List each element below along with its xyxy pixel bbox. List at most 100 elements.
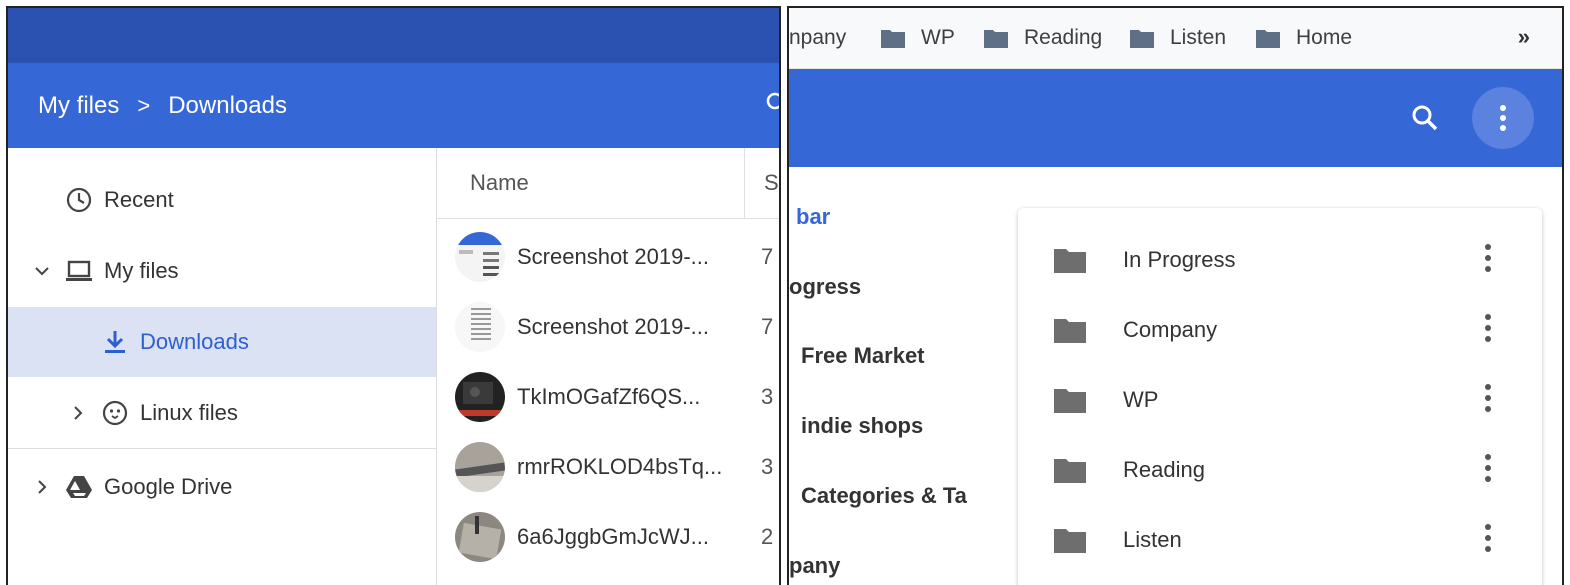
breadcrumb: My files > Downloads: [38, 63, 287, 148]
breadcrumb-separator: >: [137, 92, 151, 118]
folder-row-company[interactable]: Company: [1018, 293, 1542, 363]
sidebar-divider: [8, 448, 436, 449]
penguin-icon: [102, 400, 128, 426]
sidebar-item-label: Linux files: [140, 400, 238, 425]
file-thumbnail: [455, 302, 505, 352]
web-app-window: npany WP Reading Listen Home » bar ogres…: [787, 6, 1564, 585]
chevron-down-icon[interactable]: [32, 261, 52, 281]
folder-icon: [1054, 249, 1086, 273]
file-size: 3: [761, 384, 774, 409]
file-row[interactable]: rmrROKLOD4bsTq... 3: [437, 432, 779, 502]
more-vert-icon[interactable]: [1480, 313, 1496, 343]
column-divider[interactable]: [744, 148, 745, 218]
laptop-icon: [66, 260, 92, 281]
side-link-free-market[interactable]: Free Market: [801, 343, 925, 369]
chevron-right-icon[interactable]: [32, 477, 52, 497]
folder-label: Reading: [1123, 457, 1205, 482]
bookmark-listen[interactable]: Listen: [1130, 8, 1226, 68]
bookmark-home[interactable]: Home: [1256, 8, 1352, 68]
breadcrumb-root[interactable]: My files: [38, 92, 119, 120]
bookmarks-overflow-button[interactable]: »: [1518, 24, 1530, 50]
file-row[interactable]: Screenshot 2019-... 7: [437, 222, 779, 292]
navigation-sidebar: Recent My files Downloads Linux files Go…: [8, 148, 436, 585]
column-header-name[interactable]: Name: [470, 170, 529, 196]
chevron-right-icon[interactable]: [68, 403, 88, 423]
sidebar-item-label: Downloads: [140, 329, 249, 354]
folder-label: In Progress: [1123, 247, 1236, 272]
folder-icon: [1054, 319, 1086, 343]
folder-list-card: In Progress Company WP Reading Listen: [1018, 208, 1542, 585]
side-link-company[interactable]: pany: [789, 553, 840, 579]
more-vert-icon: [1500, 105, 1506, 131]
bookmark-label: npany: [789, 26, 847, 49]
file-thumbnail: [455, 372, 505, 422]
folder-icon: [984, 30, 1008, 48]
folder-label: Company: [1123, 317, 1218, 342]
sidebar-item-my-files[interactable]: My files: [8, 236, 436, 306]
folder-icon: [1130, 30, 1154, 48]
file-thumbnail: [455, 232, 505, 282]
folder-icon: [881, 30, 905, 48]
folder-icon: [1054, 529, 1086, 553]
file-size: 7: [761, 314, 774, 339]
bookmark-company[interactable]: npany: [789, 8, 846, 68]
file-list-header: Name S: [437, 148, 779, 219]
sidebar-item-linux-files[interactable]: Linux files: [8, 378, 436, 448]
side-link-in-progress[interactable]: ogress: [789, 274, 861, 300]
folder-icon: [1256, 30, 1280, 48]
bookmark-label: Reading: [1024, 26, 1103, 49]
sidebar-item-label: My files: [104, 258, 179, 283]
file-row[interactable]: TkImOGafZf6QS... 3: [437, 362, 779, 432]
bookmarks-bar: npany WP Reading Listen Home »: [789, 8, 1562, 69]
breadcrumb-current[interactable]: Downloads: [168, 92, 287, 120]
bookmark-label: Listen: [1170, 26, 1227, 49]
file-row[interactable]: Screenshot 2019-... 7: [437, 292, 779, 362]
file-row[interactable]: 6a6JggbGmJcWJ... 2: [437, 502, 779, 572]
folder-row-in-progress[interactable]: In Progress: [1018, 223, 1542, 293]
clock-icon: [66, 187, 92, 213]
files-app-window: My files > Downloads Recent My files Dow…: [6, 6, 781, 585]
sidebar-item-label: Recent: [104, 187, 174, 212]
file-size: 7: [761, 244, 774, 269]
more-vert-icon[interactable]: [1480, 383, 1496, 413]
folder-label: Listen: [1123, 527, 1182, 552]
search-icon[interactable]: [765, 91, 779, 115]
column-header-size[interactable]: S: [764, 170, 779, 196]
file-name: TkImOGafZf6QS...: [517, 384, 701, 409]
drive-icon: [66, 476, 92, 498]
bookmark-label: Home: [1296, 26, 1353, 49]
folder-label: WP: [1123, 387, 1159, 412]
folder-row-wp[interactable]: WP: [1018, 363, 1542, 433]
bookmark-wp[interactable]: WP: [881, 8, 955, 68]
app-header: [789, 69, 1562, 167]
file-name: Screenshot 2019-...: [517, 314, 710, 339]
sidebar-item-label: Google Drive: [104, 474, 233, 499]
file-thumbnail: [455, 512, 505, 562]
folder-icon: [1054, 389, 1086, 413]
app-header: My files > Downloads: [8, 63, 779, 148]
folder-icon: [1054, 459, 1086, 483]
file-size: 2: [761, 524, 774, 549]
title-bar: [8, 8, 779, 63]
bookmark-reading[interactable]: Reading: [984, 8, 1102, 68]
side-link-categories[interactable]: Categories & Ta: [801, 483, 967, 509]
file-size: 3: [761, 454, 774, 479]
sidebar-item-recent[interactable]: Recent: [8, 165, 436, 235]
folder-row-reading[interactable]: Reading: [1018, 433, 1542, 503]
bookmark-label: WP: [921, 26, 955, 49]
more-vert-icon[interactable]: [1480, 523, 1496, 553]
more-options-button[interactable]: [1472, 87, 1534, 149]
side-link-bar[interactable]: bar: [796, 204, 830, 230]
file-name: Screenshot 2019-...: [517, 244, 710, 269]
file-name: 6a6JggbGmJcWJ...: [517, 524, 709, 549]
more-vert-icon[interactable]: [1480, 243, 1496, 273]
side-link-indie-shops[interactable]: indie shops: [801, 413, 923, 439]
search-icon[interactable]: [1409, 102, 1441, 134]
file-name: rmrROKLOD4bsTq...: [517, 454, 723, 479]
file-thumbnail: [455, 442, 505, 492]
more-vert-icon[interactable]: [1480, 453, 1496, 483]
sidebar-item-downloads[interactable]: Downloads: [8, 307, 436, 377]
folder-row-listen[interactable]: Listen: [1018, 503, 1542, 573]
download-icon: [105, 331, 125, 353]
sidebar-item-google-drive[interactable]: Google Drive: [8, 452, 436, 522]
